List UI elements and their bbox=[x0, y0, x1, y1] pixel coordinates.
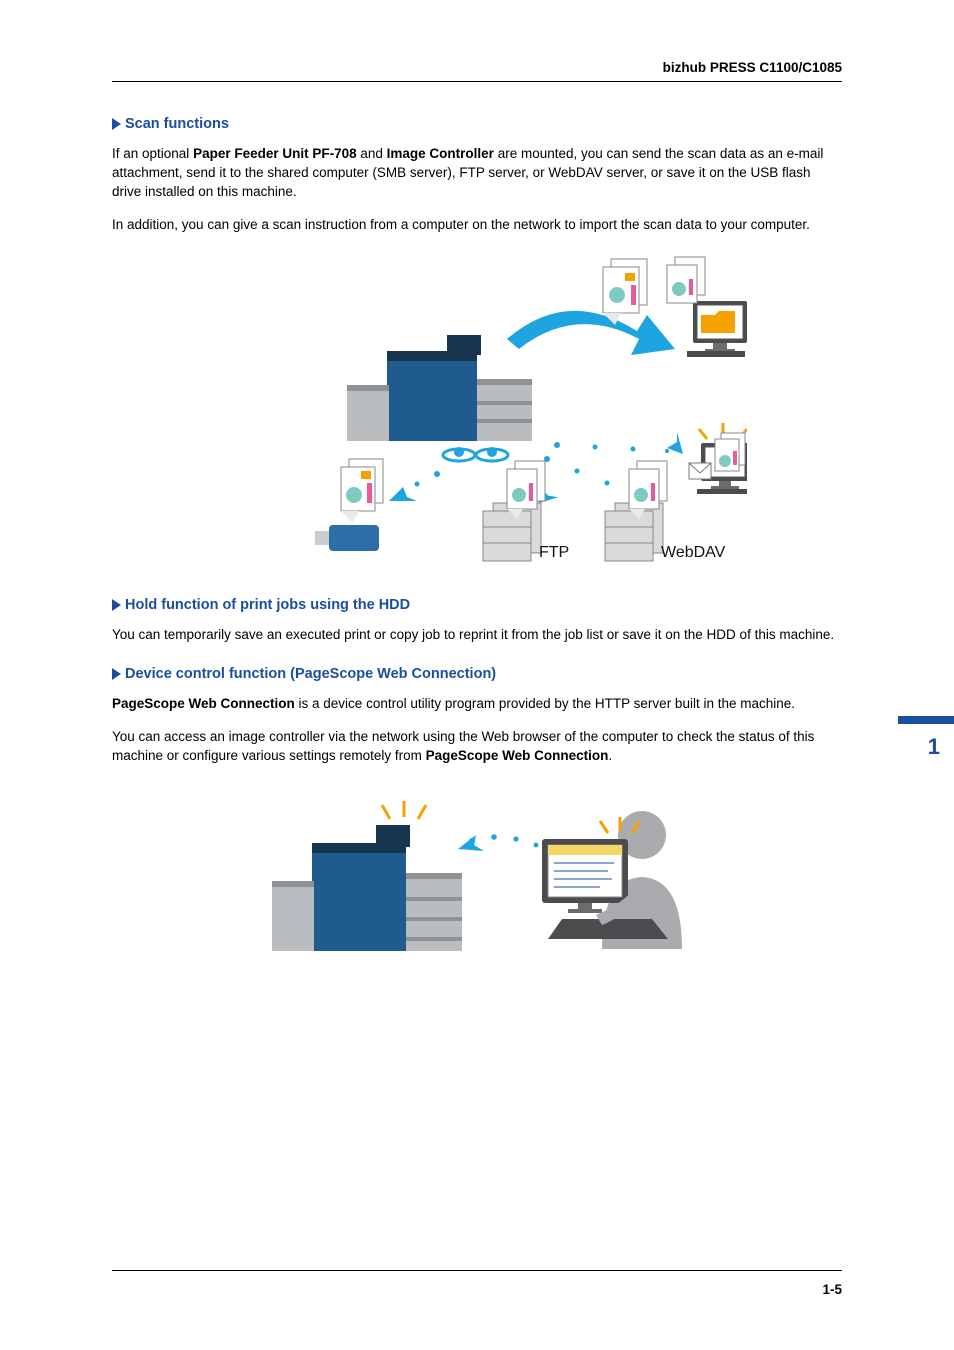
section-heading-device: Device control function (PageScope Web C… bbox=[112, 666, 842, 682]
triangle-icon bbox=[112, 668, 121, 680]
footer-rule bbox=[112, 1270, 842, 1271]
hold-paragraph: You can temporarily save an executed pri… bbox=[112, 625, 842, 644]
chapter-tab: 1 bbox=[898, 716, 954, 772]
scan-paragraph-1: If an optional Paper Feeder Unit PF-708 … bbox=[112, 144, 842, 201]
device-paragraph-1: PageScope Web Connection is a device con… bbox=[112, 694, 842, 713]
scan-diagram: FTP WebDAV bbox=[112, 249, 842, 569]
webdav-label: WebDAV bbox=[661, 544, 726, 561]
chapter-number: 1 bbox=[928, 734, 940, 760]
device-diagram bbox=[112, 779, 842, 979]
running-header: bizhub PRESS C1100/C1085 bbox=[112, 60, 842, 82]
ftp-label: FTP bbox=[539, 544, 569, 561]
page-number: 1-5 bbox=[822, 1282, 842, 1297]
section-heading-scan: Scan functions bbox=[112, 116, 842, 132]
triangle-icon bbox=[112, 599, 121, 611]
section-title: Device control function (PageScope Web C… bbox=[125, 666, 496, 682]
section-title: Scan functions bbox=[125, 116, 229, 132]
triangle-icon bbox=[112, 118, 121, 130]
device-paragraph-2: You can access an image controller via t… bbox=[112, 727, 842, 765]
scan-paragraph-2: In addition, you can give a scan instruc… bbox=[112, 215, 842, 234]
section-heading-hold: Hold function of print jobs using the HD… bbox=[112, 597, 842, 613]
section-title: Hold function of print jobs using the HD… bbox=[125, 597, 410, 613]
